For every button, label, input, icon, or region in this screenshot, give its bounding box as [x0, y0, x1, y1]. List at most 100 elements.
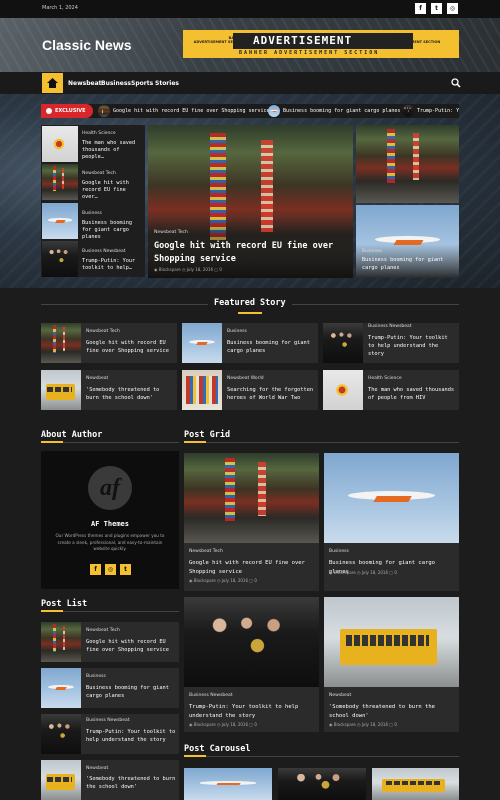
featured-title-3[interactable]: Trump-Putin: Your toolkit to help unders… [368, 334, 456, 358]
postgrid-underline [184, 441, 206, 443]
hero-main-author[interactable]: Blockspare [159, 267, 181, 272]
postgrid-author-2[interactable]: Blockspare [334, 570, 356, 575]
postgrid-comments-3[interactable]: 0 [254, 722, 257, 727]
ticker-item-2[interactable]: Business booming for giant cargo planes [283, 108, 400, 114]
ticker-item-3[interactable]: Trump-Putin: Y [417, 108, 459, 114]
featured-cat-3[interactable]: Business Newsbeat [368, 324, 412, 329]
hero-main-comments[interactable]: 0 [219, 267, 222, 272]
featured-cat-1[interactable]: Newsbeat Tech [86, 329, 120, 334]
postlist-cat-1[interactable]: Newsbeat Tech [86, 628, 120, 633]
postgrid-comments-1[interactable]: 0 [254, 578, 257, 583]
nav-item-sports[interactable]: Sports [131, 80, 153, 87]
hero-side-cat-2[interactable]: Newsbeat Tech [82, 171, 116, 176]
twitter-icon[interactable]: t [431, 3, 442, 14]
featured-cat-4[interactable]: Newsbeat [86, 376, 108, 381]
postlist-title-3[interactable]: Trump-Putin: Your toolkit to help unders… [86, 728, 176, 744]
hero-main-title[interactable]: Google hit with record EU fine over Shop… [154, 240, 349, 266]
hero-side-thumb-2[interactable] [42, 164, 78, 200]
postgrid-image-3[interactable] [184, 597, 319, 687]
postgrid-image-2[interactable] [324, 453, 459, 543]
ticker-item-1[interactable]: Google hit with record EU fine over Shop… [113, 108, 270, 114]
featured-cat-5[interactable]: Newsbeat World [227, 376, 264, 381]
carousel-image-1[interactable] [184, 768, 272, 800]
featured-thumb-4[interactable] [41, 370, 81, 410]
hero-side-cat-1[interactable]: Health Science [82, 131, 116, 136]
featured-heading-underline [238, 312, 262, 314]
featured-title-6[interactable]: The man who saved thousands of people fr… [368, 386, 456, 402]
hero-side-thumb-1[interactable] [42, 126, 78, 162]
postgrid-cat-3[interactable]: Business Newsbeat [189, 693, 233, 698]
postgrid-title-4[interactable]: 'Somebody threatened to burn the school … [329, 703, 455, 720]
postlist-thumb-3[interactable] [41, 714, 81, 754]
postlist-title-2[interactable]: Business booming for giant cargo planes [86, 684, 176, 700]
home-button[interactable] [42, 73, 63, 93]
search-icon[interactable] [451, 78, 461, 88]
about-facebook-icon[interactable]: f [90, 564, 101, 575]
postgrid-author-1[interactable]: Blockspare [194, 578, 216, 583]
featured-heading: Featured Story [214, 298, 286, 308]
ad-small-left: BANNER ADVERTISEMENT SECTION [193, 36, 245, 44]
hero-right-cat[interactable]: Business [362, 249, 382, 254]
postlist-title-4[interactable]: 'Somebody threatened to burn the school … [86, 775, 176, 791]
postlist-cat-3[interactable]: Business Newsbeat [86, 718, 130, 723]
about-twitter-icon[interactable]: t [120, 564, 131, 575]
postgrid-title-3[interactable]: Trump-Putin: Your toolkit to help unders… [189, 703, 315, 720]
postlist-thumb-1[interactable] [41, 622, 81, 662]
postlist-thumb-4[interactable] [41, 760, 81, 800]
nav-item-stories[interactable]: Stories [155, 80, 179, 87]
postgrid-meta-4: ◉ Blockspare ◷ July 18, 2016 ▢ 0 [329, 722, 397, 727]
postgrid-comments-4[interactable]: 0 [394, 722, 397, 727]
hero-side-title-3[interactable]: Business booming for giant cargo planes [82, 220, 142, 241]
nav-item-newsbeat[interactable]: Newsbeat [68, 80, 102, 87]
instagram-icon[interactable]: ◎ [447, 3, 458, 14]
postgrid-comments-2[interactable]: 0 [394, 570, 397, 575]
featured-thumb-3[interactable] [323, 323, 363, 363]
postlist-cat-2[interactable]: Business [86, 674, 106, 679]
featured-title-5[interactable]: Searching for the forgotten heroes of Wo… [227, 386, 315, 402]
featured-title-4[interactable]: 'Somebody threatened to burn the school … [86, 386, 174, 402]
carousel-image-3[interactable] [372, 768, 459, 800]
ad-small-right: BANNER ADVERTISEMENT SECTION [389, 36, 441, 44]
featured-thumb-1[interactable] [41, 323, 81, 363]
featured-cat-6[interactable]: Health Science [368, 376, 402, 381]
hero-side-thumb-3[interactable] [42, 203, 78, 239]
hero-main-meta: ◉ Blockspare ◷ July 18, 2016 ▢ 0 [154, 267, 222, 272]
hero-right-image-top[interactable] [356, 125, 459, 203]
postgrid-author-4[interactable]: Blockspare [334, 722, 356, 727]
about-instagram-icon[interactable]: ◎ [105, 564, 116, 575]
featured-thumb-2[interactable] [182, 323, 222, 363]
hero-main-cat[interactable]: Newsbeat Tech [154, 230, 188, 235]
featured-cat-2[interactable]: Business [227, 329, 247, 334]
carousel-image-2[interactable] [278, 768, 366, 800]
nav-item-business[interactable]: Business [101, 80, 131, 87]
featured-thumb-6[interactable] [323, 370, 363, 410]
postgrid-date-4: July 18, 2016 [361, 722, 389, 727]
postlist-cat-4[interactable]: Newsbeat [86, 766, 108, 771]
ticker-thumb-3 [402, 105, 414, 117]
postgrid-cat-4[interactable]: Newsbeat [329, 693, 351, 698]
hero-side-title-4[interactable]: Trump-Putin: Your toolkit to help… [82, 258, 142, 272]
postlist-title-1[interactable]: Google hit with record EU fine over Shop… [86, 638, 176, 654]
facebook-icon[interactable]: f [415, 3, 426, 14]
hero-main-date: July 18, 2016 [186, 267, 214, 272]
postgrid-title-1[interactable]: Google hit with record EU fine over Shop… [189, 559, 315, 576]
featured-title-1[interactable]: Google hit with record EU fine over Shop… [86, 339, 174, 355]
featured-thumb-5[interactable] [182, 370, 222, 410]
postgrid-cat-1[interactable]: Newsbeat Tech [189, 549, 223, 554]
hero-side-title-2[interactable]: Google hit with record EU fine over… [82, 180, 142, 201]
hero-side-thumb-4[interactable] [42, 241, 78, 277]
carousel-heading: Post Carousel [184, 744, 251, 754]
hero-side-cat-4[interactable]: Business Newsbeat [82, 249, 126, 254]
hero-right-title[interactable]: Business booming for giant cargo planes [362, 257, 456, 272]
postgrid-image-1[interactable] [184, 453, 319, 543]
site-logo[interactable]: Classic News [42, 37, 132, 53]
ad-subtitle: BANNER ADVERTISEMENT SECTION [239, 50, 380, 56]
postgrid-image-4[interactable] [324, 597, 459, 687]
postgrid-author-3[interactable]: Blockspare [194, 722, 216, 727]
hero-side-cat-3[interactable]: Business [82, 211, 102, 216]
advertisement-banner[interactable]: BANNER ADVERTISEMENT SECTION ADVERTISEME… [183, 30, 459, 58]
hero-side-title-1[interactable]: The man who saved thousands of people… [82, 140, 142, 161]
postlist-thumb-2[interactable] [41, 668, 81, 708]
postgrid-cat-2[interactable]: Business [329, 549, 349, 554]
featured-title-2[interactable]: Business booming for giant cargo planes [227, 339, 315, 355]
